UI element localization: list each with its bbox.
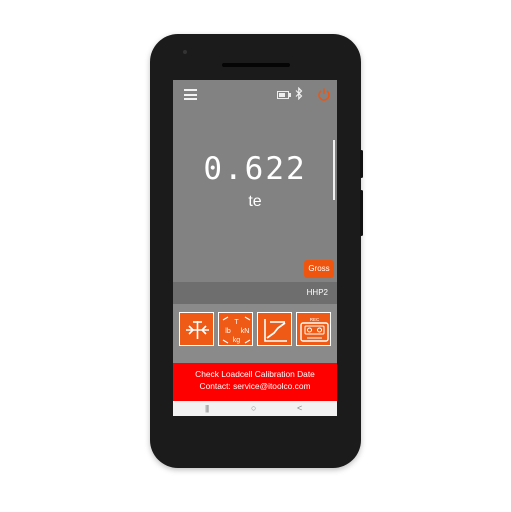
load-unit: te	[248, 193, 262, 210]
top-bar	[173, 80, 337, 108]
device-bar: HHP2	[173, 282, 337, 304]
power-side-button	[360, 150, 363, 178]
unit-t-label: T	[234, 319, 239, 326]
unit-lb-label: lb	[225, 328, 231, 335]
device-name: HHP2	[306, 288, 328, 297]
recorder-icon: REC	[300, 317, 329, 342]
unit-kn-label: kN	[241, 328, 250, 335]
recorder-button[interactable]: REC	[296, 312, 331, 346]
earpiece-speaker	[222, 63, 290, 67]
unit-select-icon: T lb kN kg	[222, 316, 251, 344]
alert-line-2: Contact: service@itoolco.com	[199, 381, 311, 391]
power-icon[interactable]	[317, 86, 331, 102]
app-screen: 0.622 te Gross HHP2 T lb kN kg REC Check…	[173, 80, 337, 416]
alert-line-1: Check Loadcell Calibration Date	[195, 369, 315, 379]
calibration-alert[interactable]: Check Loadcell Calibration Date Contact:…	[173, 363, 337, 401]
menu-icon[interactable]	[184, 89, 197, 100]
graph-button[interactable]	[257, 312, 292, 346]
android-nav-bar: ||| ○ <	[173, 401, 337, 416]
units-button[interactable]: T lb kN kg	[218, 312, 253, 346]
recents-icon[interactable]: |||	[205, 403, 209, 414]
zero-button[interactable]	[179, 312, 214, 346]
tare-zero-icon	[186, 321, 209, 339]
back-icon[interactable]: <	[297, 403, 302, 414]
bluetooth-icon[interactable]	[295, 86, 303, 104]
graph-icon	[264, 319, 287, 342]
scroll-indicator	[333, 140, 335, 200]
load-reading: 0.622	[203, 151, 307, 187]
battery-icon	[277, 91, 291, 99]
home-icon[interactable]: ○	[251, 403, 256, 414]
unit-kg-label: kg	[233, 337, 241, 344]
rec-label: REC	[310, 317, 320, 322]
front-camera	[183, 50, 187, 54]
toolbar: T lb kN kg REC	[173, 304, 337, 364]
volume-side-button	[360, 190, 363, 236]
gross-net-button[interactable]: Gross	[304, 260, 334, 278]
